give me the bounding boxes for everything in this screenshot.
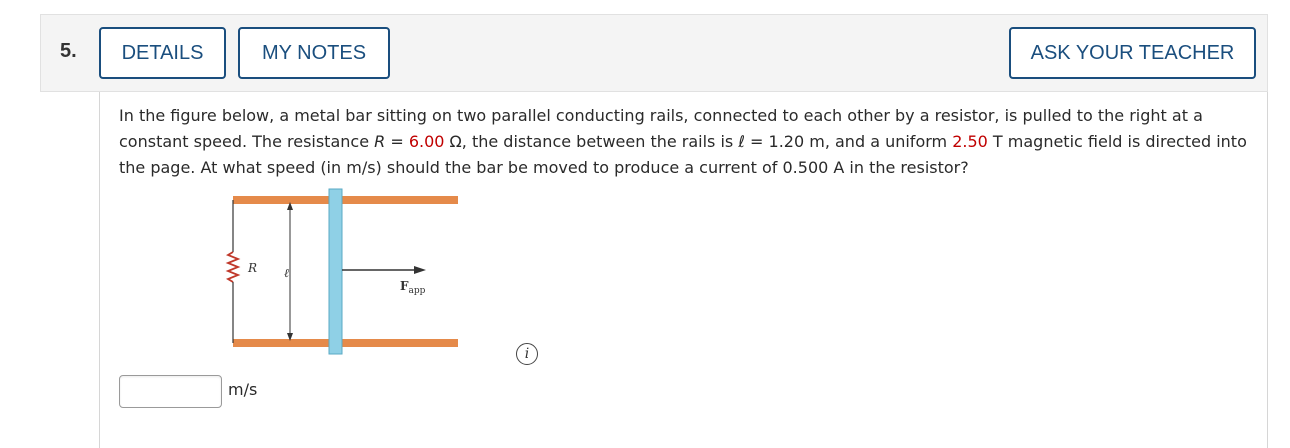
info-icon[interactable]: i bbox=[516, 343, 538, 365]
field-value: 2.50 bbox=[952, 132, 988, 151]
force-label: Fapp bbox=[400, 279, 426, 296]
length-symbol: ℓ bbox=[738, 132, 745, 151]
length-label: ℓ bbox=[284, 266, 289, 280]
resistor-label: R bbox=[247, 261, 257, 275]
bottom-rail bbox=[233, 339, 458, 347]
answer-input[interactable] bbox=[119, 375, 222, 408]
answer-unit: m/s bbox=[228, 380, 258, 399]
ask-your-teacher-button[interactable]: ASK YOUR TEACHER bbox=[1009, 27, 1256, 79]
my-notes-button[interactable]: MY NOTES bbox=[238, 27, 390, 79]
metal-bar bbox=[328, 188, 343, 355]
resistance-symbol: R bbox=[374, 132, 386, 151]
details-button[interactable]: DETAILS bbox=[99, 27, 226, 79]
question-text: In the figure below, a metal bar sitting… bbox=[119, 106, 1247, 177]
rail-circuit-figure: R ℓ Fapp bbox=[225, 188, 458, 355]
question-number: 5. bbox=[60, 40, 77, 62]
resistor-symbol bbox=[225, 251, 241, 283]
top-rail bbox=[233, 196, 458, 204]
force-arrow-head bbox=[414, 266, 426, 274]
resistance-value: 6.00 bbox=[408, 132, 445, 151]
